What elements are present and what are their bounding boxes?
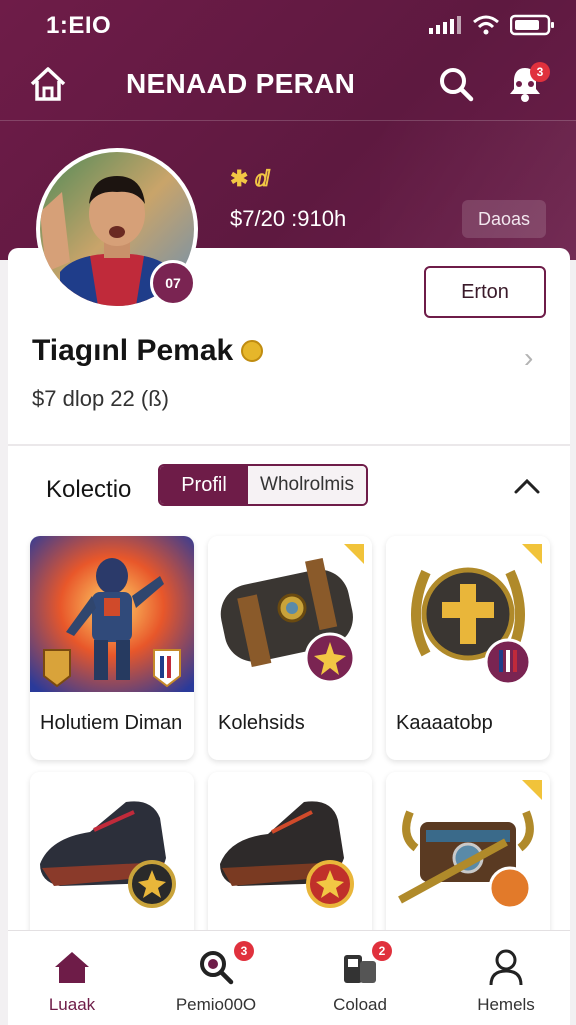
item-label: Kolehsids	[218, 712, 305, 734]
tab-home[interactable]: Luaak	[12, 941, 132, 1019]
player-subline: $7 dlop 22 (ß)	[32, 386, 169, 411]
avatar[interactable]: 07	[36, 148, 198, 310]
home-icon	[55, 952, 89, 983]
tab-badge: 3	[234, 941, 254, 961]
top-nav: NENAAD PERAN 3	[0, 58, 576, 114]
level-badge: 07	[150, 260, 196, 306]
tab-label: Coload	[333, 995, 387, 1014]
battery-icon	[510, 14, 554, 36]
tab-label: Luaak	[48, 995, 96, 1014]
collection-item[interactable]: Kolehsids	[208, 536, 372, 760]
new-item-flag	[522, 544, 542, 564]
tab-label: Hemels	[477, 995, 535, 1014]
status-bar: 1:ΕΙΟ	[0, 10, 576, 42]
price-text: $7/20 :910h	[230, 206, 347, 231]
rating-stars: ✱ ⅆ	[230, 166, 271, 191]
player-name: Tiagınl Pemak	[32, 334, 234, 367]
notification-badge: 3	[530, 62, 550, 82]
boots-blue-image	[30, 772, 194, 928]
notifications-button[interactable]: 3	[504, 62, 550, 104]
chevron-right-icon[interactable]: ›	[524, 342, 533, 374]
item-label: Holutiem Diman	[40, 712, 183, 734]
search-icon[interactable]	[436, 64, 476, 104]
nav-divider	[0, 120, 576, 121]
collection-section: Kolectio Profil Wholrolmis Holutiem Dima…	[8, 444, 570, 996]
chevron-up-icon[interactable]	[512, 472, 542, 502]
collection-title: Kolectio	[46, 476, 132, 503]
tab-search[interactable]: 3 Pemio00O	[156, 941, 276, 1019]
profile-outline-button[interactable]: Erton	[424, 266, 546, 318]
tab-cards[interactable]: 2 Coload	[300, 941, 420, 1019]
header-action-button[interactable]: Daoas	[462, 200, 546, 238]
tab-profile[interactable]: Hemels	[446, 941, 566, 1019]
new-item-flag	[522, 780, 542, 800]
home-icon[interactable]	[28, 64, 68, 104]
search-icon	[200, 951, 234, 985]
player-name-row[interactable]: Tiagınl Pemak	[32, 334, 264, 368]
boots-red-image	[208, 772, 372, 928]
tab-wholrolmis[interactable]: Wholrolmis	[248, 466, 366, 504]
bottom-tab-bar: Luaak 3 Pemio00O 2 Coload Hemels	[8, 930, 570, 1025]
coin-icon	[241, 340, 264, 362]
person-icon	[489, 949, 523, 986]
tab-badge: 2	[372, 941, 392, 961]
tab-profil[interactable]: Profil	[160, 466, 248, 504]
item-label: Kaaaatobp	[396, 712, 493, 734]
signal-icon	[429, 16, 461, 34]
armored-hero-card-image	[30, 536, 194, 692]
collection-item[interactable]: Kaaaatobp	[386, 536, 550, 760]
new-item-flag	[344, 544, 364, 564]
wifi-icon	[473, 15, 499, 35]
header-sheen	[380, 120, 576, 260]
collection-item[interactable]: Holutiem Diman	[30, 536, 194, 760]
status-time: 1:ΕΙΟ	[46, 12, 112, 39]
page-title: NENAAD PERAN	[126, 68, 356, 99]
status-icons	[428, 14, 556, 36]
tab-label: Pemio00O	[175, 995, 257, 1014]
segmented-control: Profil Wholrolmis	[158, 464, 368, 506]
section-divider	[8, 444, 570, 446]
